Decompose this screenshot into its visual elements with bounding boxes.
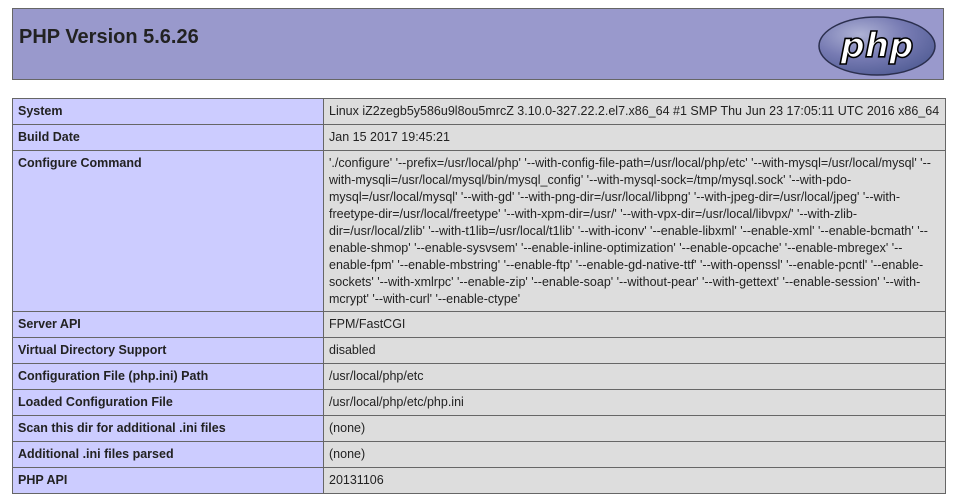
page-title: PHP Version 5.6.26 bbox=[19, 26, 199, 48]
table-row: Server API FPM/FastCGI bbox=[12, 311, 946, 338]
php-logo-text: php bbox=[840, 26, 914, 66]
table-row: PHP API 20131106 bbox=[12, 467, 946, 494]
table-row: System Linux iZ2zegb5y586u9l8ou5mrcZ 3.1… bbox=[12, 98, 946, 125]
table-row: Configuration File (php.ini) Path /usr/l… bbox=[12, 363, 946, 390]
table-row: Virtual Directory Support disabled bbox=[12, 337, 946, 364]
row-key: PHP API bbox=[12, 467, 324, 494]
table-row: Build Date Jan 15 2017 19:45:21 bbox=[12, 124, 946, 151]
row-key: Loaded Configuration File bbox=[12, 389, 324, 416]
row-value: (none) bbox=[323, 415, 946, 442]
row-key: Configuration File (php.ini) Path bbox=[12, 363, 324, 390]
table-row: Additional .ini files parsed (none) bbox=[12, 441, 946, 468]
row-value: (none) bbox=[323, 441, 946, 468]
row-key: Scan this dir for additional .ini files bbox=[12, 415, 324, 442]
info-table: System Linux iZ2zegb5y586u9l8ou5mrcZ 3.1… bbox=[12, 98, 946, 494]
row-value: './configure' '--prefix=/usr/local/php' … bbox=[323, 150, 946, 312]
row-value: Jan 15 2017 19:45:21 bbox=[323, 124, 946, 151]
php-logo-icon: php bbox=[818, 16, 936, 76]
row-key: System bbox=[12, 98, 324, 125]
row-key: Build Date bbox=[12, 124, 324, 151]
row-value: /usr/local/php/etc/php.ini bbox=[323, 389, 946, 416]
row-key: Virtual Directory Support bbox=[12, 337, 324, 364]
page-header: PHP Version 5.6.26 php bbox=[12, 8, 944, 80]
row-value: /usr/local/php/etc bbox=[323, 363, 946, 390]
row-value: Linux iZ2zegb5y586u9l8ou5mrcZ 3.10.0-327… bbox=[323, 98, 946, 125]
php-logo[interactable]: php bbox=[817, 15, 937, 77]
table-row: Configure Command './configure' '--prefi… bbox=[12, 150, 946, 312]
row-value: disabled bbox=[323, 337, 946, 364]
row-key: Additional .ini files parsed bbox=[12, 441, 324, 468]
table-row: Scan this dir for additional .ini files … bbox=[12, 415, 946, 442]
table-row: Loaded Configuration File /usr/local/php… bbox=[12, 389, 946, 416]
row-key: Server API bbox=[12, 311, 324, 338]
row-value: FPM/FastCGI bbox=[323, 311, 946, 338]
row-value: 20131106 bbox=[323, 467, 946, 494]
row-key: Configure Command bbox=[12, 150, 324, 312]
